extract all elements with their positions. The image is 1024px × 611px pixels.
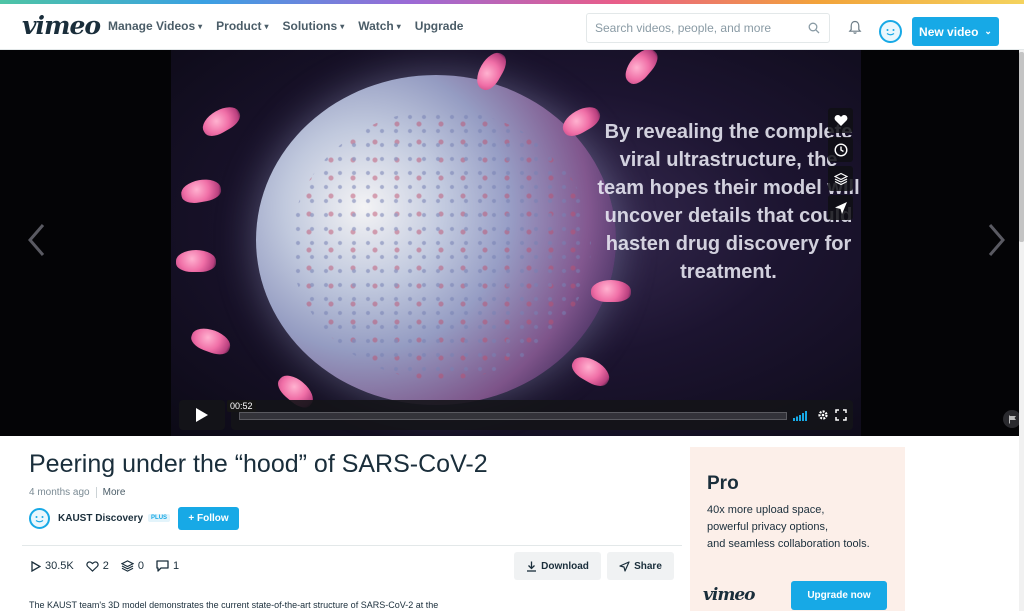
time-display: 00:52 bbox=[227, 400, 256, 412]
clock-icon bbox=[833, 142, 848, 157]
likes-count: 2 bbox=[102, 560, 109, 572]
scrollbar-thumb[interactable] bbox=[1019, 52, 1024, 242]
video-meta: 4 months ago More bbox=[29, 487, 125, 498]
play-outline-icon bbox=[31, 560, 41, 572]
layers-icon bbox=[833, 172, 848, 185]
video-description: The KAUST team's 3D model demonstrates t… bbox=[29, 600, 439, 610]
progress-bar-area bbox=[231, 400, 853, 430]
send-outline-icon bbox=[619, 560, 630, 572]
nav-label: Solutions bbox=[282, 19, 338, 33]
heart-icon bbox=[834, 115, 847, 126]
fullscreen-icon[interactable] bbox=[835, 409, 847, 421]
like-button[interactable] bbox=[828, 108, 853, 133]
player-wrapper: By revealing the complete viral ultrastr… bbox=[0, 50, 1024, 436]
likes-stat[interactable]: 2 bbox=[86, 560, 109, 572]
comments-stat[interactable]: 1 bbox=[156, 560, 179, 572]
channel-avatar[interactable] bbox=[29, 507, 50, 529]
spike bbox=[619, 50, 663, 89]
chevron-down-icon: ▾ bbox=[396, 21, 401, 31]
main-nav: Manage Videos ▾ Product ▾ Solutions ▾ Watch… bbox=[108, 19, 477, 33]
nav-label: Upgrade bbox=[414, 19, 464, 33]
play-icon bbox=[196, 408, 208, 422]
bell-icon[interactable] bbox=[848, 20, 862, 35]
collections-stat[interactable]: 0 bbox=[120, 560, 144, 572]
pro-title: Pro bbox=[707, 473, 739, 494]
chevron-down-icon: ⌄ bbox=[984, 26, 992, 36]
flag-icon bbox=[1008, 415, 1016, 423]
plays-stat: 30.5K bbox=[31, 560, 74, 572]
nav-watch[interactable]: Watch ▾ bbox=[358, 19, 401, 33]
chevron-down-icon: ▾ bbox=[198, 21, 203, 31]
avatar[interactable] bbox=[879, 20, 902, 43]
upload-age: 4 months ago bbox=[29, 487, 90, 498]
download-icon bbox=[527, 561, 537, 572]
download-label: Download bbox=[541, 560, 589, 572]
share-label: Share bbox=[634, 560, 662, 572]
spike bbox=[179, 176, 223, 206]
avatar-face-icon bbox=[886, 29, 895, 36]
previous-video-arrow-icon[interactable] bbox=[26, 222, 46, 258]
settings-gear-icon[interactable] bbox=[817, 409, 829, 421]
spike bbox=[568, 351, 614, 391]
send-icon bbox=[834, 201, 847, 214]
download-button[interactable]: Download bbox=[514, 552, 601, 580]
spike bbox=[188, 323, 234, 359]
video-frame[interactable]: By revealing the complete viral ultrastr… bbox=[171, 50, 861, 436]
search-input[interactable] bbox=[587, 21, 797, 35]
pro-upsell-panel: Pro 40x more upload space, powerful priv… bbox=[690, 447, 905, 611]
new-video-button[interactable]: New video ⌄ bbox=[912, 17, 999, 46]
follow-button[interactable]: + Follow bbox=[178, 506, 240, 530]
virus-texture bbox=[291, 110, 591, 380]
progress-track[interactable] bbox=[239, 412, 787, 420]
plus-badge: PLUS bbox=[148, 514, 171, 522]
nav-label: Manage Videos bbox=[108, 19, 196, 33]
avatar-face-icon bbox=[35, 515, 44, 522]
share-action-button[interactable]: Share bbox=[607, 552, 674, 580]
nav-label: Product bbox=[216, 19, 262, 33]
chevron-down-icon: ▾ bbox=[340, 21, 345, 31]
new-video-label: New video bbox=[919, 24, 979, 39]
nav-upgrade[interactable]: Upgrade bbox=[415, 19, 464, 33]
next-video-arrow-icon[interactable] bbox=[987, 222, 1007, 258]
plays-count: 30.5K bbox=[45, 560, 74, 572]
channel-name[interactable]: KAUST Discovery bbox=[58, 513, 143, 524]
chevron-down-icon: ▾ bbox=[264, 21, 269, 31]
collections-count: 0 bbox=[137, 560, 144, 572]
nav-product[interactable]: Product ▾ bbox=[216, 19, 268, 33]
add-to-collection-button[interactable] bbox=[828, 166, 853, 191]
more-link[interactable]: More bbox=[103, 487, 126, 498]
top-header: vimeo Manage Videos ▾ Product ▾ Solutions ▾… bbox=[0, 4, 1024, 50]
pro-feature-line: powerful privacy options, bbox=[707, 521, 829, 533]
heart-outline-icon bbox=[86, 560, 99, 572]
nav-solutions[interactable]: Solutions ▾ bbox=[283, 19, 345, 33]
pro-feature-line: 40x more upload space, bbox=[707, 504, 825, 516]
search-icon[interactable] bbox=[808, 22, 820, 34]
player-controls bbox=[179, 400, 853, 430]
channel-row: KAUST Discovery PLUS + Follow bbox=[29, 506, 240, 530]
comment-icon bbox=[156, 560, 169, 572]
video-stats: 30.5K 2 0 1 bbox=[31, 560, 191, 572]
share-button[interactable] bbox=[828, 195, 853, 220]
pro-feature-line: and seamless collaboration tools. bbox=[707, 538, 870, 550]
nav-manage-videos[interactable]: Manage Videos ▾ bbox=[108, 19, 202, 33]
comments-count: 1 bbox=[173, 560, 180, 572]
spike bbox=[176, 250, 216, 272]
nav-label: Watch bbox=[358, 19, 394, 33]
watch-later-button[interactable] bbox=[828, 137, 853, 162]
layers-outline-icon bbox=[120, 560, 134, 572]
pro-vimeo-logo: vimeo bbox=[703, 585, 755, 605]
meta-separator bbox=[95, 487, 97, 498]
spike bbox=[198, 101, 244, 141]
video-overlay-caption: By revealing the complete viral ultrastr… bbox=[597, 121, 860, 283]
upgrade-now-button[interactable]: Upgrade now bbox=[791, 581, 887, 610]
volume-icon[interactable] bbox=[793, 410, 810, 421]
player-side-actions bbox=[828, 108, 853, 220]
play-button[interactable] bbox=[179, 400, 225, 430]
search-box bbox=[586, 13, 830, 43]
video-title: Peering under the “hood” of SARS-CoV-2 bbox=[29, 450, 488, 478]
divider bbox=[22, 545, 682, 546]
vimeo-logo[interactable]: vimeo bbox=[22, 11, 101, 40]
